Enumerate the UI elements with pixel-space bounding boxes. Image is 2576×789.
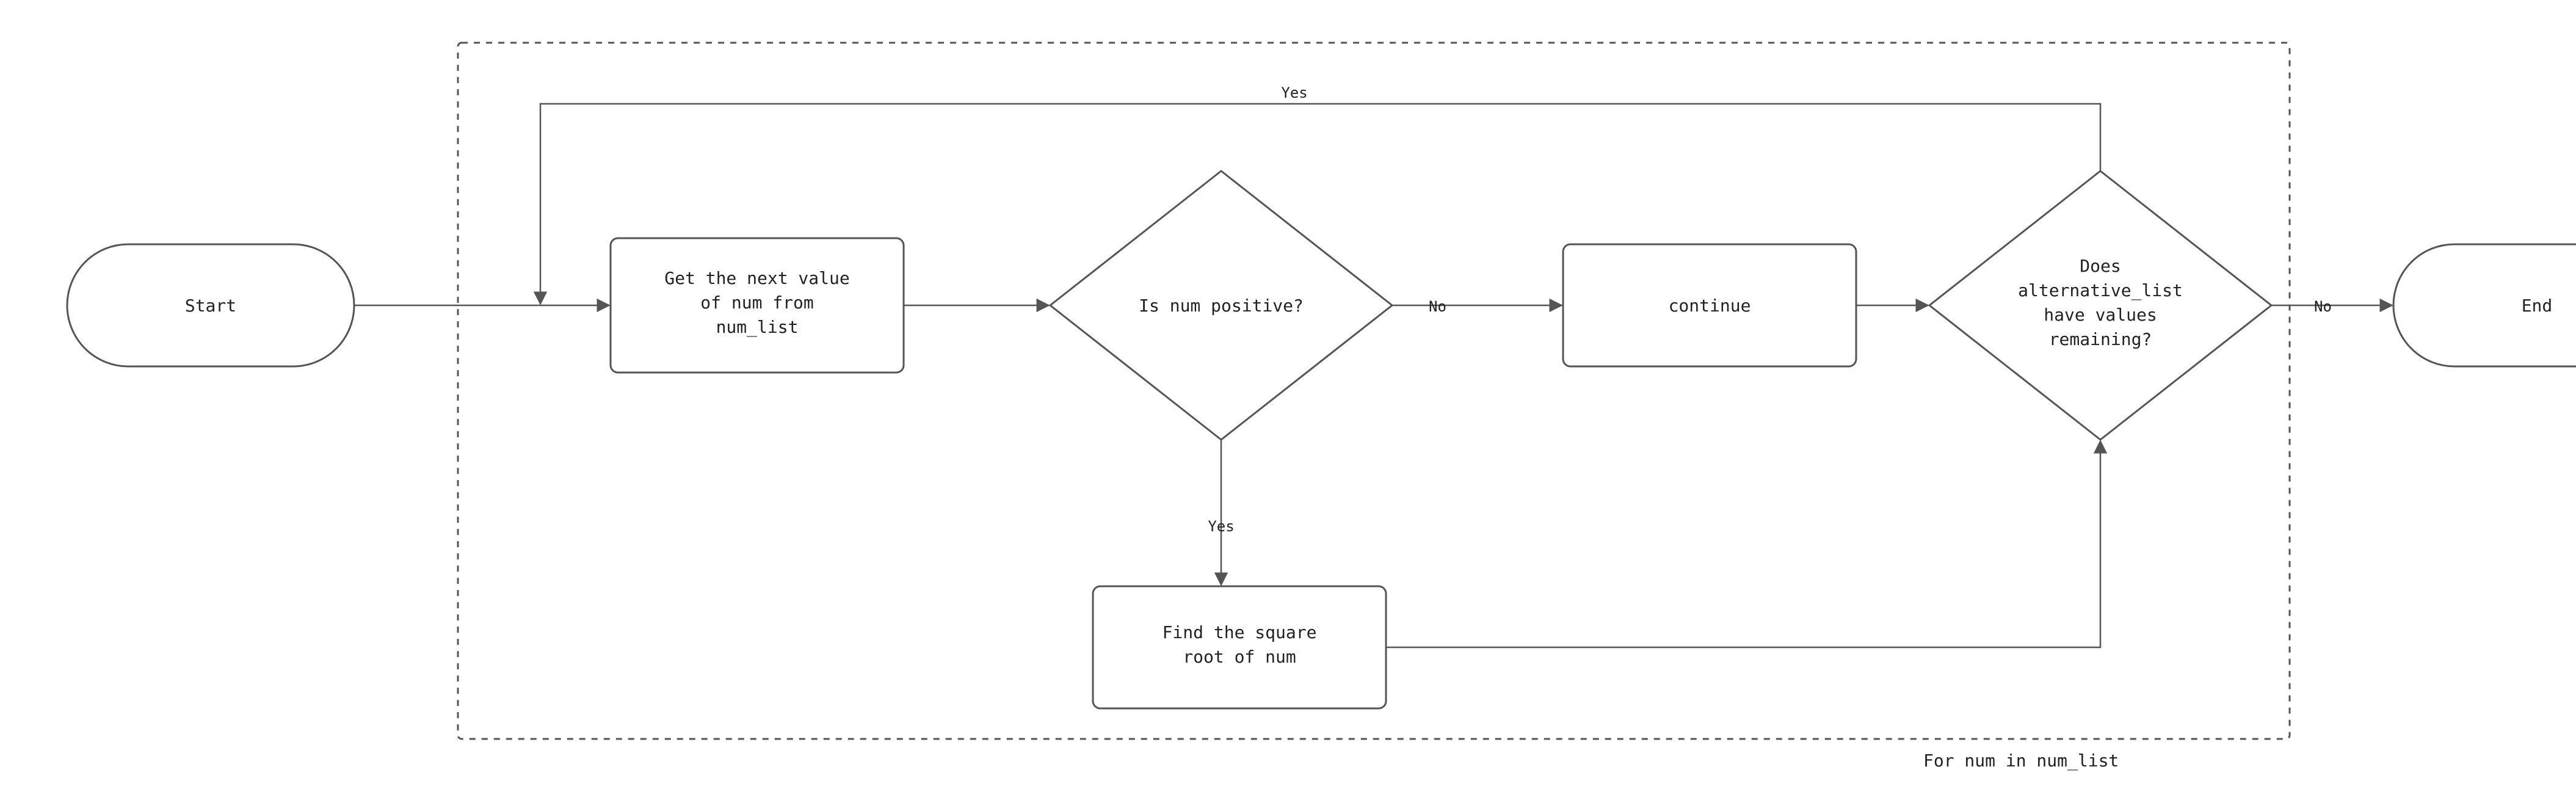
get-next-line3: num_list xyxy=(716,317,799,338)
remaining-node: Does alternative_list have values remain… xyxy=(1929,171,2271,440)
edge-sqrt-remaining xyxy=(1386,441,2100,647)
sqrt-line2: root of num xyxy=(1183,647,1296,667)
start-label: Start xyxy=(185,296,236,316)
continue-node: continue xyxy=(1563,244,1856,366)
is-positive-label: Is num positive? xyxy=(1139,296,1304,316)
continue-label: continue xyxy=(1669,296,1751,316)
is-positive-node: Is num positive? xyxy=(1050,171,1392,440)
end-label: End xyxy=(2522,296,2553,316)
get-next-node: Get the next value of num from num_list xyxy=(611,238,904,373)
get-next-line2: of num from xyxy=(700,293,813,313)
end-node: End xyxy=(2393,244,2576,366)
edge-remaining-no-label: No xyxy=(2314,298,2332,315)
sqrt-node: Find the square root of num xyxy=(1093,586,1386,708)
sqrt-line1: Find the square xyxy=(1163,622,1317,642)
remaining-line2: alternative_list xyxy=(2018,280,2183,301)
remaining-line4: remaining? xyxy=(2049,329,2152,349)
edge-remaining-yes-label: Yes xyxy=(1281,84,1307,101)
edge-ispositive-no-label: No xyxy=(1429,298,1446,315)
get-next-line1: Get the next value xyxy=(664,268,849,288)
remaining-line3: have values xyxy=(2044,305,2157,325)
remaining-line1: Does xyxy=(2080,256,2121,276)
edge-ispositive-yes-label: Yes xyxy=(1208,518,1234,535)
start-node: Start xyxy=(67,244,354,366)
loop-caption: For num in num_list xyxy=(1923,751,2119,771)
